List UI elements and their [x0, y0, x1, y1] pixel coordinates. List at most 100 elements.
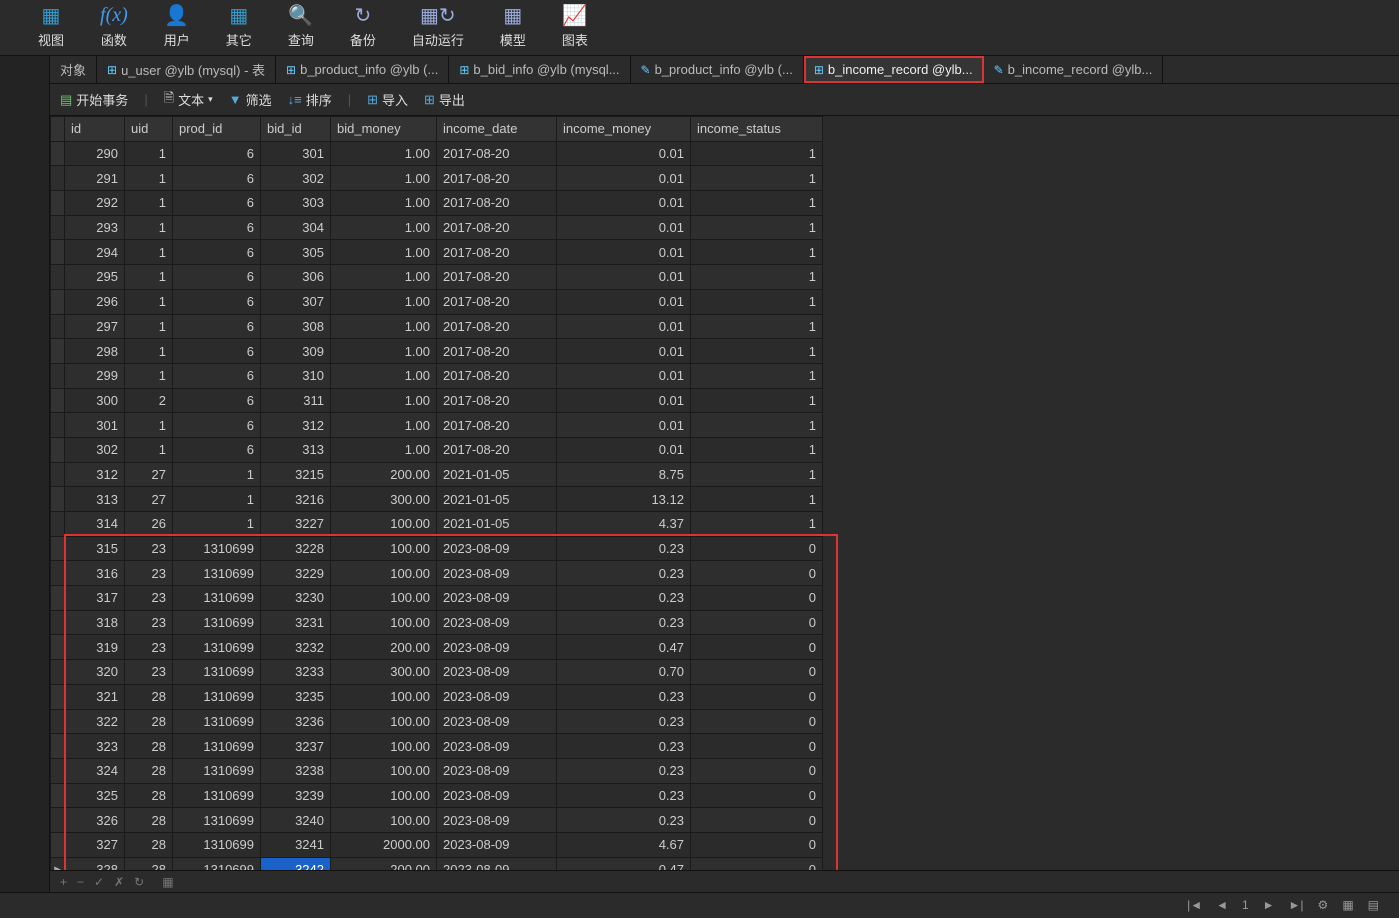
cell[interactable]: 2017-08-20 — [437, 215, 557, 240]
table-row[interactable]: 301163121.002017-08-200.011 — [51, 413, 823, 438]
cell[interactable]: 2017-08-20 — [437, 363, 557, 388]
cell[interactable]: 1 — [691, 487, 823, 512]
cell[interactable]: 1 — [125, 215, 173, 240]
cell[interactable]: 2017-08-20 — [437, 437, 557, 462]
table-row[interactable]: 3182313106993231100.002023-08-090.230 — [51, 610, 823, 635]
cell[interactable]: 1.00 — [331, 437, 437, 462]
cell[interactable]: 3233 — [261, 660, 331, 685]
cell[interactable]: 23 — [125, 561, 173, 586]
table-row[interactable]: 290163011.002017-08-200.011 — [51, 141, 823, 166]
cell[interactable]: 2023-08-09 — [437, 536, 557, 561]
cell[interactable]: 0.47 — [557, 857, 691, 870]
cell[interactable]: 1 — [691, 265, 823, 290]
cell[interactable]: 2023-08-09 — [437, 734, 557, 759]
cell[interactable]: 0.23 — [557, 808, 691, 833]
cell[interactable]: 1.00 — [331, 141, 437, 166]
cell[interactable]: 3241 — [261, 832, 331, 857]
cell[interactable]: 3235 — [261, 684, 331, 709]
data-grid[interactable]: iduidprod_idbid_idbid_moneyincome_datein… — [50, 116, 1399, 870]
cell[interactable]: 311 — [261, 388, 331, 413]
cell[interactable]: 303 — [261, 191, 331, 216]
cell[interactable]: 0 — [691, 709, 823, 734]
form-view-icon[interactable]: ▤ — [1368, 898, 1379, 912]
cell[interactable]: 6 — [173, 265, 261, 290]
cell[interactable]: 292 — [65, 191, 125, 216]
tab-b_income_record2[interactable]: ✎b_income_record @ylb... — [984, 56, 1164, 83]
cell[interactable]: 1 — [125, 413, 173, 438]
table-row[interactable]: 3212813106993235100.002023-08-090.230 — [51, 684, 823, 709]
cell[interactable]: 3229 — [261, 561, 331, 586]
cell[interactable]: 294 — [65, 240, 125, 265]
table-row[interactable]: 296163071.002017-08-200.011 — [51, 289, 823, 314]
cell[interactable]: 13.12 — [557, 487, 691, 512]
cell[interactable]: 1 — [125, 141, 173, 166]
cell[interactable]: 1 — [691, 413, 823, 438]
next-page-icon[interactable]: ► — [1263, 898, 1275, 912]
cell[interactable]: 2021-01-05 — [437, 462, 557, 487]
cell[interactable]: 301 — [65, 413, 125, 438]
table-row[interactable]: 3122713215200.002021-01-058.751 — [51, 462, 823, 487]
table-row[interactable]: 3142613227100.002021-01-054.371 — [51, 512, 823, 537]
tab-objects[interactable]: 对象 — [50, 56, 97, 83]
table-row[interactable]: 292163031.002017-08-200.011 — [51, 191, 823, 216]
cell[interactable]: 302 — [261, 166, 331, 191]
cell[interactable]: 1.00 — [331, 363, 437, 388]
cell[interactable]: 318 — [65, 610, 125, 635]
cell[interactable]: 0.01 — [557, 339, 691, 364]
cell[interactable]: 0.23 — [557, 783, 691, 808]
cell[interactable]: 302 — [65, 437, 125, 462]
tab-b_bid_info[interactable]: ⊞b_bid_info @ylb (mysql... — [449, 56, 630, 83]
cell[interactable]: 2023-08-09 — [437, 684, 557, 709]
add-icon[interactable]: + — [60, 875, 67, 889]
cell[interactable]: 27 — [125, 487, 173, 512]
cell[interactable]: 1 — [691, 363, 823, 388]
cell[interactable]: 1 — [691, 240, 823, 265]
cell[interactable]: 23 — [125, 635, 173, 660]
autorun-button[interactable]: ▦↻自动运行 — [394, 0, 482, 55]
cell[interactable]: 1310699 — [173, 610, 261, 635]
table-row[interactable]: 3162313106993229100.002023-08-090.230 — [51, 561, 823, 586]
cell[interactable]: 100.00 — [331, 684, 437, 709]
cell[interactable]: 3230 — [261, 586, 331, 611]
cell[interactable]: 1.00 — [331, 191, 437, 216]
cell[interactable]: 2023-08-09 — [437, 857, 557, 870]
cell[interactable]: 306 — [261, 265, 331, 290]
table-row[interactable]: 32728131069932412000.002023-08-094.670 — [51, 832, 823, 857]
cell[interactable]: 2017-08-20 — [437, 289, 557, 314]
cell[interactable]: 0 — [691, 586, 823, 611]
cell[interactable]: 3227 — [261, 512, 331, 537]
cell[interactable]: 6 — [173, 339, 261, 364]
col-income_status[interactable]: income_status — [691, 117, 823, 142]
cell[interactable]: 3215 — [261, 462, 331, 487]
cell[interactable]: 6 — [173, 191, 261, 216]
cell[interactable]: 2021-01-05 — [437, 512, 557, 537]
cell[interactable]: 2023-08-09 — [437, 586, 557, 611]
cell[interactable]: 326 — [65, 808, 125, 833]
cell[interactable]: 298 — [65, 339, 125, 364]
cell[interactable]: 1.00 — [331, 413, 437, 438]
cell[interactable]: 1 — [173, 487, 261, 512]
cell[interactable]: 28 — [125, 684, 173, 709]
cell[interactable]: 2023-08-09 — [437, 808, 557, 833]
chart-button[interactable]: 📈图表 — [544, 0, 606, 55]
cell[interactable]: 28 — [125, 783, 173, 808]
cell[interactable]: 100.00 — [331, 610, 437, 635]
cell[interactable]: 0.23 — [557, 536, 691, 561]
cell[interactable]: 28 — [125, 734, 173, 759]
cell[interactable]: 305 — [261, 240, 331, 265]
cell[interactable]: 290 — [65, 141, 125, 166]
import-button[interactable]: ⊞ 导入 — [367, 90, 408, 109]
cell[interactable]: 2023-08-09 — [437, 832, 557, 857]
cell[interactable]: 200.00 — [331, 462, 437, 487]
query-button[interactable]: 🔍查询 — [270, 0, 332, 55]
tab-b_product_info1[interactable]: ⊞b_product_info @ylb (... — [276, 56, 449, 83]
cell[interactable]: 300.00 — [331, 660, 437, 685]
cell[interactable]: 1 — [125, 265, 173, 290]
cell[interactable]: 26 — [125, 512, 173, 537]
cell[interactable]: 100.00 — [331, 734, 437, 759]
cell[interactable]: 0 — [691, 857, 823, 870]
cell[interactable]: 28 — [125, 709, 173, 734]
export-button[interactable]: ⊞ 导出 — [424, 90, 465, 109]
cell[interactable]: 307 — [261, 289, 331, 314]
cell[interactable]: 2017-08-20 — [437, 388, 557, 413]
